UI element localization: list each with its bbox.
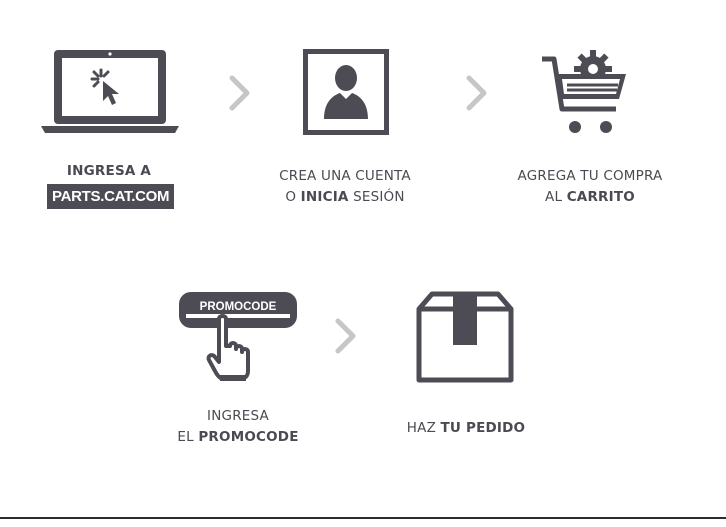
chevron-right-icon	[335, 318, 357, 354]
step2-line1: CREA UNA CUENTA	[279, 168, 411, 184]
bottom-divider	[0, 517, 726, 519]
step3-line2-bold: CARRITO	[566, 189, 635, 205]
step4-line2-bold: PROMOCODE	[198, 429, 299, 445]
parts-cat-com-badge: PARTS.CAT.COM	[47, 184, 175, 209]
step2-line2: O INICIA SESIÓN	[285, 189, 405, 205]
step4-caption: INGRESA EL PROMOCODE	[158, 406, 318, 448]
shopping-cart-gear-icon	[540, 47, 630, 137]
laptop-cursor-icon	[41, 49, 179, 135]
step4-line1: INGRESA	[207, 408, 269, 424]
promocode-hand-icon: PROMOCODE	[178, 291, 298, 383]
step3-line1: AGREGA TU COMPRA	[517, 168, 663, 184]
parts-cat-com-label: PARTS.CAT.COM	[47, 184, 175, 209]
step4-line2: EL PROMOCODE	[177, 429, 299, 445]
step5-caption: HAZ TU PEDIDO	[393, 418, 539, 439]
step3-caption: AGREGA TU COMPRA AL CARRITO	[497, 166, 683, 208]
step2-line2-bold: INICIA	[300, 189, 349, 205]
step5-line1: HAZ TU PEDIDO	[406, 420, 526, 436]
user-profile-icon	[303, 49, 389, 135]
package-box-icon	[416, 291, 514, 383]
chevron-right-icon	[229, 75, 251, 111]
step5-line1-bold: TU PEDIDO	[440, 420, 526, 436]
step2-caption: CREA UNA CUENTA O INICIA SESIÓN	[255, 166, 435, 208]
step3-line2: AL CARRITO	[545, 189, 635, 205]
chevron-right-icon	[466, 75, 488, 111]
step1-line1: INGRESA A	[66, 163, 152, 179]
step1-caption: INGRESA A	[50, 161, 168, 182]
promocode-button-label: PROMOCODE	[200, 301, 277, 313]
